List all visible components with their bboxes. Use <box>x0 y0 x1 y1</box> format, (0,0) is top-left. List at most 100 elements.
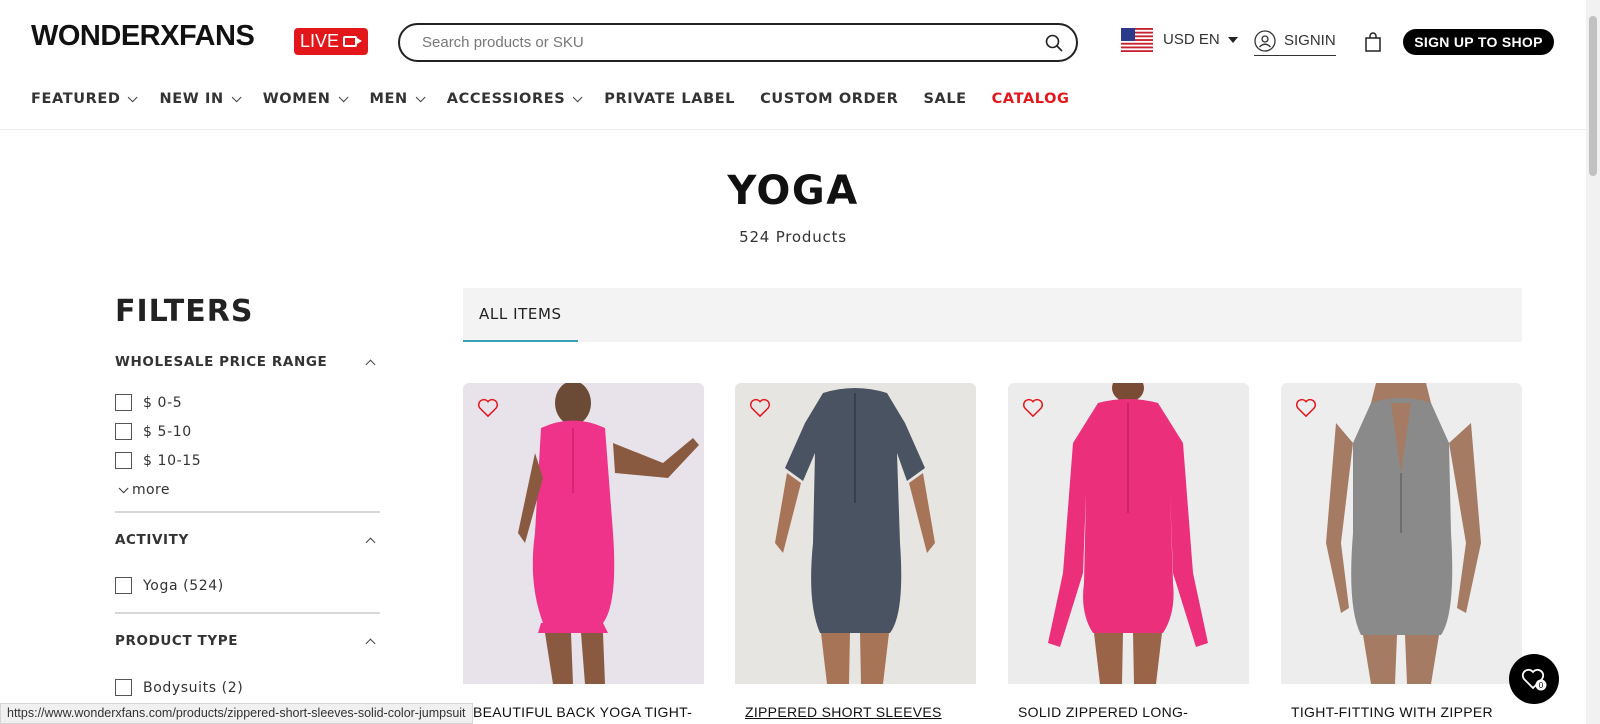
show-more-button[interactable]: more <box>115 482 170 498</box>
page-title: YOGA <box>727 168 859 214</box>
search-bar <box>398 23 1078 62</box>
nav-label: PRIVATE LABEL <box>604 91 736 107</box>
shopping-bag-icon[interactable] <box>1362 31 1384 53</box>
chevron-down-icon <box>338 91 349 102</box>
search-input[interactable] <box>422 34 1044 51</box>
filter-group-title: PRODUCT TYPE <box>115 633 239 649</box>
nav-item-women[interactable]: WOMEN <box>262 89 349 109</box>
signin-link[interactable]: SIGNIN <box>1254 28 1336 56</box>
chevron-down-icon <box>231 91 242 102</box>
signin-label: SIGNIN <box>1284 32 1336 49</box>
filters-heading: FILTERS <box>115 294 254 329</box>
nav-label: WOMEN <box>262 91 331 107</box>
filter-option[interactable]: $ 0-5 <box>115 394 182 411</box>
chevron-down-icon <box>415 91 426 102</box>
main-nav: FEATURED NEW IN WOMEN MEN ACCESSIORES PR… <box>31 89 1095 109</box>
show-more-label: more <box>132 482 170 498</box>
heart-icon[interactable] <box>477 398 499 418</box>
search-icon[interactable] <box>1044 33 1064 53</box>
product-name[interactable]: ZIPPERED SHORT SLEEVES SOLID COLOR JUMPS… <box>735 703 976 724</box>
filter-option-label: Bodysuits (2) <box>143 679 244 696</box>
user-icon <box>1254 29 1276 52</box>
product-photo <box>775 388 935 684</box>
filter-divider <box>115 511 380 513</box>
checkbox[interactable] <box>115 577 132 594</box>
nav-item-men[interactable]: MEN <box>369 89 426 109</box>
chevron-up-icon <box>365 638 376 648</box>
product-name[interactable]: SOLID ZIPPERED LONG-SLEEVED SPORTS JUMPS… <box>1008 703 1249 724</box>
heart-icon[interactable] <box>749 398 771 418</box>
nav-label: NEW IN <box>159 91 224 107</box>
nav-item-new-in[interactable]: NEW IN <box>159 89 242 109</box>
live-button[interactable]: LIVE <box>294 28 368 55</box>
checkbox[interactable] <box>115 452 132 469</box>
site-logo[interactable]: WONDERXFANS <box>31 20 255 53</box>
us-flag-icon[interactable] <box>1121 28 1153 52</box>
filter-option-label: $ 10-15 <box>143 452 202 469</box>
product-image[interactable] <box>1008 383 1249 684</box>
nav-label: MEN <box>369 91 408 107</box>
filter-group-price-header[interactable]: WHOLESALE PRICE RANGE <box>115 354 380 370</box>
chevron-down-icon <box>572 91 583 102</box>
product-card[interactable]: BEAUTIFUL BACK YOGA TIGHT-FITTING EXERCI… <box>463 383 704 724</box>
filter-option[interactable]: Bodysuits (2) <box>115 679 243 696</box>
chevron-down-icon <box>128 91 139 102</box>
filter-option-label: Yoga (524) <box>143 577 224 594</box>
filter-option[interactable]: Yoga (524) <box>115 577 224 594</box>
nav-item-private-label[interactable]: PRIVATE LABEL <box>604 89 735 109</box>
product-count: 524 Products <box>739 228 847 246</box>
caret-down-icon <box>1227 36 1238 43</box>
sign-up-to-shop-button[interactable]: SIGN UP TO SHOP <box>1403 29 1554 55</box>
nav-item-featured[interactable]: FEATURED <box>31 89 139 109</box>
product-image[interactable] <box>735 383 976 684</box>
wishlist-count: 0 <box>1539 681 1544 690</box>
product-card[interactable]: TIGHT-FITTING WITH ZIPPER QUICK-DRYING J… <box>1281 383 1522 724</box>
heart-icon[interactable] <box>1295 398 1317 418</box>
filter-group-title: ACTIVITY <box>115 532 189 548</box>
category-tab-bar: ALL ITEMS <box>463 288 1522 342</box>
product-card[interactable]: ZIPPERED SHORT SLEEVES SOLID COLOR JUMPS… <box>735 383 976 724</box>
nav-item-sale[interactable]: SALE <box>923 89 966 109</box>
product-photo <box>1326 383 1481 684</box>
checkbox[interactable] <box>115 423 132 440</box>
chevron-up-icon <box>365 537 376 547</box>
nav-item-custom-order[interactable]: CUSTOM ORDER <box>760 89 898 109</box>
product-image[interactable] <box>1281 383 1522 684</box>
currency-label: USD EN <box>1163 31 1220 48</box>
nav-label: CUSTOM ORDER <box>760 91 899 107</box>
site-header: WONDERXFANS LIVE USD EN SIGNIN SIGN UP T… <box>0 0 1586 130</box>
filter-option-label: $ 0-5 <box>143 394 183 411</box>
nav-label: SALE <box>923 91 967 107</box>
chevron-up-icon <box>365 359 376 369</box>
tab-all-items[interactable]: ALL ITEMS <box>463 288 578 342</box>
heart-icon: 0 <box>1521 668 1547 691</box>
filter-option[interactable]: $ 10-15 <box>115 452 201 469</box>
chevron-down-icon <box>118 482 129 493</box>
currency-language-selector[interactable]: USD EN <box>1163 31 1238 48</box>
product-photo <box>518 383 699 684</box>
scrollbar-thumb[interactable] <box>1589 16 1597 176</box>
filter-option[interactable]: $ 5-10 <box>115 423 192 440</box>
nav-label: ACCESSIORES <box>446 91 566 107</box>
wishlist-floating-button[interactable]: 0 <box>1509 654 1559 704</box>
filter-group-product-type-header[interactable]: PRODUCT TYPE <box>115 633 380 649</box>
page-scrollbar[interactable] <box>1586 0 1600 724</box>
nav-item-accessiores[interactable]: ACCESSIORES <box>446 89 583 109</box>
filter-group-activity-header[interactable]: ACTIVITY <box>115 532 380 548</box>
product-card[interactable]: SOLID ZIPPERED LONG-SLEEVED SPORTS JUMPS… <box>1008 383 1249 724</box>
product-name[interactable]: BEAUTIFUL BACK YOGA TIGHT-FITTING EXERCI… <box>463 703 704 724</box>
live-label: LIVE <box>300 31 340 51</box>
filter-group-title: WHOLESALE PRICE RANGE <box>115 354 328 370</box>
product-image[interactable] <box>463 383 704 684</box>
checkbox[interactable] <box>115 679 132 696</box>
browser-status-url: https://www.wonderxfans.com/products/zip… <box>0 703 473 724</box>
nav-label: FEATURED <box>31 91 121 107</box>
filter-option-label: $ 5-10 <box>143 423 192 440</box>
checkbox[interactable] <box>115 394 132 411</box>
product-photo <box>1048 383 1208 684</box>
nav-item-catalog[interactable]: CATALOG <box>992 89 1070 109</box>
video-camera-icon <box>343 36 363 47</box>
filter-divider <box>115 612 380 614</box>
product-name[interactable]: TIGHT-FITTING WITH ZIPPER QUICK-DRYING J… <box>1281 703 1522 724</box>
heart-icon[interactable] <box>1022 398 1044 418</box>
